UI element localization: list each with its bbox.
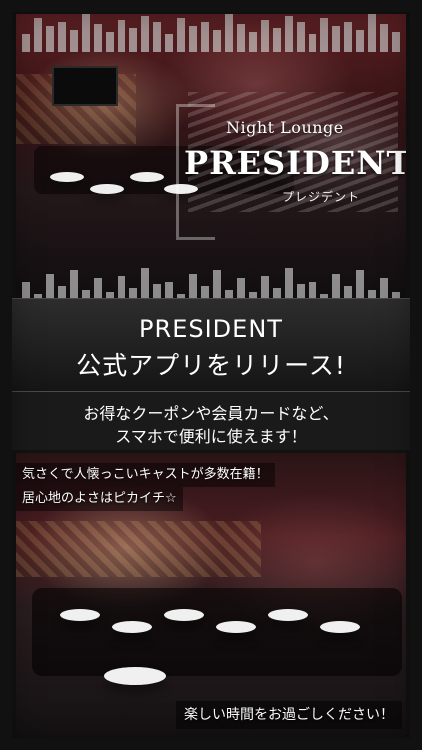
caption-comfort: 居心地のよさはピカイチ☆: [16, 487, 183, 511]
table-top: [320, 621, 360, 633]
table-top: [130, 172, 164, 182]
subtitle-line-1: お得なクーポンや会員カードなど、: [83, 404, 339, 423]
table-top: [112, 621, 152, 633]
top-light-bars: [16, 14, 406, 52]
announcement-title-line-2: 公式アプリをリリース!: [76, 351, 346, 380]
table-top: [50, 172, 84, 182]
caption-enjoy: 楽しい時間をお過ごしください！: [176, 701, 402, 729]
hero-photo: Night Lounge PRESIDENT プレジデント: [16, 14, 406, 304]
logo-night-lounge: Night Lounge: [226, 118, 344, 137]
table-top: [268, 609, 308, 621]
table-top: [60, 609, 100, 621]
logo-president: PRESIDENT: [184, 144, 406, 182]
table-top: [90, 184, 124, 194]
wall-tv: [52, 66, 118, 106]
table-top: [104, 667, 166, 685]
caption-cast: 気さくで人懐っこいキャストが多数在籍！: [16, 463, 275, 487]
logo-kana: プレジデント: [282, 190, 361, 204]
announcement-title-line-1: PRESIDENT: [139, 315, 283, 343]
table-top: [216, 621, 256, 633]
table-top: [164, 609, 204, 621]
stone-wall-texture: [16, 521, 261, 577]
subtitle-line-2: スマホで便利に使えます！: [115, 427, 307, 446]
